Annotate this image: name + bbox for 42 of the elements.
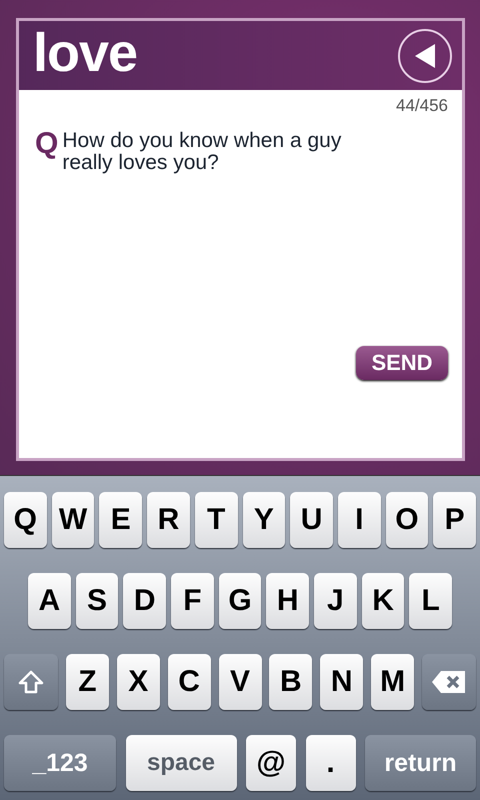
keyboard-key[interactable]: A — [28, 573, 71, 629]
keyboard-key[interactable]: T — [194, 492, 238, 548]
keyboard-key[interactable]: N — [320, 654, 364, 710]
shift-arrow-icon — [18, 670, 44, 694]
keyboard-key[interactable]: Y — [242, 492, 286, 548]
keyboard-key[interactable]: X — [116, 654, 160, 710]
keyboard-key[interactable]: O — [386, 492, 428, 548]
send-button[interactable]: SEND — [356, 346, 448, 380]
back-triangle-icon — [413, 42, 437, 70]
numbers-key[interactable]: _123 — [4, 735, 116, 791]
shift-key[interactable] — [4, 654, 58, 710]
keyboard-key[interactable]: F — [171, 573, 214, 629]
keyboard-key[interactable]: @ — [246, 735, 296, 791]
question-input[interactable]: How do you know when a guy really loves you? — [62, 130, 382, 174]
character-counter: 44/456 — [396, 96, 448, 116]
space-key[interactable]: space — [126, 735, 236, 791]
keyboard-key[interactable]: . — [306, 735, 356, 791]
keyboard-key[interactable]: S — [76, 573, 118, 629]
keyboard-key[interactable]: Q — [4, 492, 47, 548]
keyboard-key[interactable]: K — [362, 573, 404, 629]
keyboard-key[interactable]: B — [269, 654, 312, 710]
keyboard-key[interactable]: U — [290, 492, 333, 548]
keyboard-key[interactable]: R — [147, 492, 190, 548]
category-title: love — [33, 26, 138, 80]
keyboard-key[interactable]: L — [409, 573, 452, 629]
keyboard-key[interactable]: I — [338, 492, 381, 548]
return-key[interactable]: return — [365, 735, 476, 791]
keyboard-key[interactable]: C — [168, 654, 211, 710]
keyboard-key[interactable]: V — [218, 654, 262, 710]
backspace-key[interactable] — [422, 654, 476, 710]
keyboard-key[interactable]: P — [433, 492, 476, 548]
keyboard-key[interactable]: W — [52, 492, 94, 548]
keyboard-key[interactable]: E — [99, 492, 142, 548]
backspace-icon — [431, 670, 467, 694]
keyboard-key[interactable]: Z — [66, 654, 109, 710]
keyboard-key[interactable]: J — [314, 573, 357, 629]
keyboard-key[interactable]: M — [371, 654, 414, 710]
keyboard-key[interactable]: H — [266, 573, 310, 629]
keyboard-key[interactable]: G — [218, 573, 262, 629]
back-button[interactable] — [398, 28, 452, 82]
question-mark-logo: Q — [35, 130, 58, 162]
keyboard-key[interactable]: D — [123, 573, 166, 629]
